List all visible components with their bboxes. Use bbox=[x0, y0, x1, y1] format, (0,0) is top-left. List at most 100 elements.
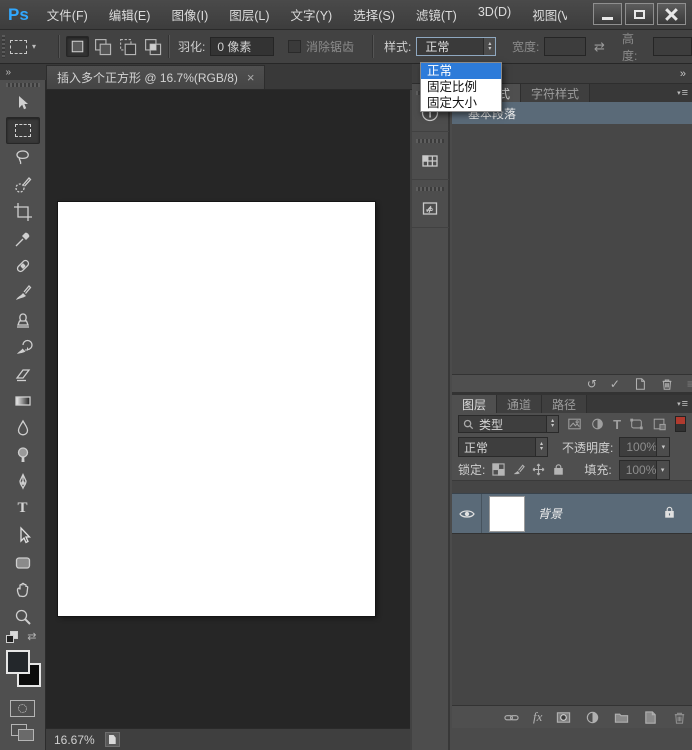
gradient-tool[interactable] bbox=[6, 387, 40, 414]
menu-view[interactable]: 视图(V) bbox=[532, 5, 567, 24]
style-option-fixed-ratio[interactable]: 固定比例 bbox=[421, 79, 501, 95]
maximize-button[interactable] bbox=[625, 3, 654, 25]
path-selection-tool[interactable] bbox=[6, 522, 40, 549]
chevron-down-icon[interactable]: ▾ bbox=[656, 438, 669, 456]
options-grip[interactable] bbox=[2, 35, 5, 58]
menu-image[interactable]: 图像(I) bbox=[171, 5, 208, 24]
swap-colors-icon[interactable]: ⇄ bbox=[27, 630, 36, 643]
lock-all-icon[interactable] bbox=[552, 463, 565, 476]
document-info-icon[interactable] bbox=[105, 732, 120, 747]
filter-shape-layers-button[interactable] bbox=[629, 417, 644, 431]
subtract-selection-button[interactable] bbox=[116, 36, 139, 57]
feather-input[interactable]: 0 像素 bbox=[210, 37, 274, 56]
default-colors-control[interactable]: ⇄ bbox=[6, 630, 40, 644]
tools-collapse-button[interactable]: » bbox=[0, 64, 46, 80]
swatches-panel-button[interactable] bbox=[411, 132, 449, 180]
delete-layer-icon[interactable] bbox=[672, 710, 687, 725]
layer-thumbnail[interactable] bbox=[490, 497, 524, 531]
panel-menu-icon[interactable]: ▾ ≡ bbox=[677, 395, 692, 413]
filter-adjustment-layers-button[interactable] bbox=[590, 417, 605, 431]
lasso-tool[interactable] bbox=[6, 144, 40, 171]
tab-paths[interactable]: 路径 bbox=[542, 395, 587, 413]
layer-row-background[interactable]: 背景 bbox=[452, 493, 692, 534]
filter-toggle-switch[interactable] bbox=[675, 416, 686, 432]
filter-type-layers-button[interactable]: T bbox=[613, 417, 621, 432]
filter-smart-objects-button[interactable] bbox=[652, 417, 667, 431]
zoom-tool[interactable] bbox=[6, 603, 40, 630]
layer-visibility-toggle[interactable] bbox=[452, 494, 482, 533]
screen-mode-button[interactable] bbox=[11, 724, 35, 742]
new-group-icon[interactable] bbox=[614, 710, 629, 725]
shape-tool[interactable] bbox=[6, 549, 40, 576]
new-layer-icon[interactable] bbox=[643, 710, 658, 725]
tab-close-icon[interactable]: × bbox=[247, 70, 255, 85]
delete-style-icon[interactable] bbox=[660, 377, 674, 391]
chevron-down-icon[interactable]: ▾ bbox=[656, 461, 669, 479]
opacity-field[interactable]: 100% ▾ bbox=[619, 437, 670, 457]
height-input[interactable] bbox=[653, 37, 692, 56]
tools-grip[interactable] bbox=[6, 83, 40, 87]
adjustment-layer-icon[interactable] bbox=[585, 710, 600, 725]
width-input[interactable] bbox=[544, 37, 586, 56]
panel-menu-icon[interactable]: ▾ ≡ bbox=[677, 84, 692, 102]
move-tool-icon bbox=[13, 94, 33, 114]
tab-channels[interactable]: 通道 bbox=[497, 395, 542, 413]
add-mask-icon[interactable] bbox=[556, 710, 571, 725]
blend-mode-select[interactable]: 正常 ▴▾ bbox=[458, 437, 548, 457]
tab-layers[interactable]: 图层 bbox=[452, 395, 497, 413]
spot-healing-brush-tool[interactable] bbox=[6, 252, 40, 279]
dodge-tool[interactable] bbox=[6, 441, 40, 468]
intersect-selection-button[interactable] bbox=[141, 36, 164, 57]
pen-tool[interactable] bbox=[6, 468, 40, 495]
tab-character-styles[interactable]: 字符样式 bbox=[521, 84, 590, 102]
filter-kind-select[interactable]: 类型 ▴▾ bbox=[458, 415, 559, 433]
tool-preset-button[interactable]: ▾ bbox=[10, 30, 36, 63]
document-canvas[interactable] bbox=[58, 202, 375, 616]
type-tool[interactable]: T bbox=[6, 495, 40, 522]
blur-tool[interactable] bbox=[6, 414, 40, 441]
style-option-normal[interactable]: 正常 bbox=[421, 63, 501, 79]
move-tool[interactable] bbox=[6, 90, 40, 117]
lock-pixels-icon[interactable] bbox=[512, 463, 525, 476]
zoom-level[interactable]: 16.67% bbox=[54, 733, 95, 747]
clone-stamp-tool[interactable] bbox=[6, 306, 40, 333]
document-tab[interactable]: 插入多个正方形 @ 16.7%(RGB/8) × bbox=[46, 65, 265, 89]
redefine-style-icon[interactable]: ↺ bbox=[587, 377, 597, 391]
canvas-area[interactable] bbox=[46, 90, 410, 728]
foreground-color-swatch[interactable] bbox=[6, 650, 30, 674]
history-brush-tool[interactable] bbox=[6, 333, 40, 360]
new-style-icon[interactable] bbox=[633, 377, 647, 391]
quick-selection-tool[interactable] bbox=[6, 171, 40, 198]
lock-transparency-icon[interactable] bbox=[492, 463, 505, 476]
hand-tool[interactable] bbox=[6, 576, 40, 603]
brush-tool[interactable] bbox=[6, 279, 40, 306]
menu-layer[interactable]: 图层(L) bbox=[229, 5, 269, 24]
eyedropper-tool[interactable] bbox=[6, 225, 40, 252]
rectangular-marquee-tool[interactable] bbox=[6, 117, 40, 144]
layer-name[interactable]: 背景 bbox=[538, 505, 562, 522]
style-select[interactable]: 正常 ▴▾ bbox=[416, 37, 496, 56]
quick-mask-button[interactable] bbox=[10, 700, 35, 717]
menu-select[interactable]: 选择(S) bbox=[353, 5, 395, 24]
style-option-fixed-size[interactable]: 固定大小 bbox=[421, 95, 501, 111]
layer-style-fx-icon[interactable]: fx bbox=[533, 709, 542, 725]
fill-field[interactable]: 100% ▾ bbox=[619, 460, 670, 480]
styles-panel-button[interactable] bbox=[411, 180, 449, 228]
menu-edit[interactable]: 编辑(E) bbox=[109, 5, 151, 24]
clear-override-icon[interactable]: ✓ bbox=[610, 377, 620, 391]
link-layers-icon[interactable] bbox=[504, 710, 519, 725]
menu-filter[interactable]: 滤镜(T) bbox=[416, 5, 457, 24]
new-selection-button[interactable] bbox=[66, 36, 89, 57]
swap-dimensions-button[interactable]: ⇄ bbox=[594, 30, 605, 63]
menu-file[interactable]: 文件(F) bbox=[47, 5, 88, 24]
add-selection-button[interactable] bbox=[91, 36, 114, 57]
minimize-button[interactable] bbox=[593, 3, 622, 25]
crop-tool[interactable] bbox=[6, 198, 40, 225]
close-button[interactable] bbox=[657, 3, 686, 25]
menu-3d[interactable]: 3D(D) bbox=[478, 5, 511, 24]
eraser-tool[interactable] bbox=[6, 360, 40, 387]
lock-position-icon[interactable] bbox=[532, 463, 545, 476]
menu-type[interactable]: 文字(Y) bbox=[291, 5, 333, 24]
filter-pixel-layers-button[interactable] bbox=[567, 417, 582, 431]
antialias-checkbox[interactable] bbox=[288, 40, 301, 53]
